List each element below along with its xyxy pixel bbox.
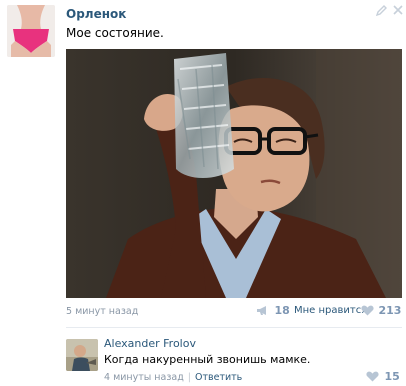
post-author-link[interactable]: Орленок bbox=[66, 7, 126, 21]
comment-meta: 4 минуты назад | Ответить bbox=[104, 372, 242, 383]
megaphone-icon bbox=[256, 304, 273, 317]
comment-text: Когда накуренный звонишь мамке. bbox=[104, 353, 311, 366]
meta-separator: | bbox=[187, 372, 191, 383]
comment-time-link[interactable]: 4 минуты назад bbox=[104, 372, 184, 383]
comment-author-link[interactable]: Alexander Frolov bbox=[104, 337, 196, 350]
heart-icon bbox=[366, 370, 383, 383]
wall-post: Орленок Мое состояние. 5 минут назад 18 … bbox=[0, 0, 406, 386]
heart-icon bbox=[361, 304, 378, 317]
post-time-link[interactable]: 5 минут назад bbox=[66, 306, 138, 317]
like-button[interactable]: 213 bbox=[361, 304, 401, 317]
post-meta: 5 минут назад 18 Мне нравится 213 bbox=[66, 304, 402, 320]
share-button[interactable]: 18 bbox=[256, 304, 290, 317]
share-count: 18 bbox=[274, 304, 290, 317]
pencil-icon[interactable] bbox=[375, 5, 387, 17]
like-count: 213 bbox=[378, 304, 402, 317]
commenter-avatar[interactable] bbox=[66, 339, 98, 371]
comment-like-count: 15 bbox=[384, 370, 400, 383]
divider bbox=[66, 327, 402, 328]
close-icon[interactable] bbox=[392, 5, 404, 17]
comment-like-button[interactable]: 15 bbox=[366, 370, 400, 383]
reply-link[interactable]: Ответить bbox=[195, 372, 242, 383]
like-label[interactable]: Мне нравится bbox=[294, 305, 367, 316]
post-text: Мое состояние. bbox=[66, 26, 164, 40]
author-avatar[interactable] bbox=[7, 5, 55, 57]
post-photo[interactable] bbox=[66, 49, 402, 298]
